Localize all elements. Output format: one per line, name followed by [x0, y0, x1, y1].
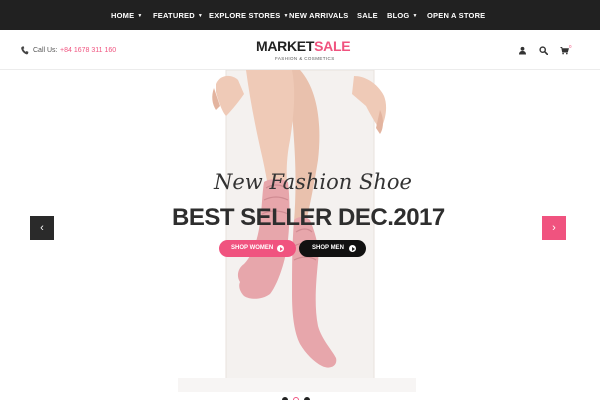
slide-script-title: New Fashion Shoe	[214, 170, 412, 194]
shop-women-button[interactable]: SHOP WOMEN	[219, 240, 296, 257]
chevron-left-icon: ‹	[40, 222, 44, 234]
chevron-down-icon: ▼	[137, 13, 143, 19]
logo-tagline: FASHION & COSMETICS	[275, 56, 335, 61]
slider-next-button[interactable]: ›	[542, 216, 566, 240]
top-navigation-bar: HOME ▼ FEATURED ▼ EXPLORE STORES ▼ NEW ARRI…	[0, 0, 600, 30]
logo-text-sale: SALE	[314, 38, 351, 54]
nav-item-new-arrivals-label: NEW ARRIVALS	[289, 11, 349, 20]
shop-men-button[interactable]: SHOP MEN	[299, 240, 366, 257]
hero-image	[178, 70, 416, 392]
cart-count-badge: 0	[569, 44, 572, 49]
shop-women-label: SHOP WOMEN	[231, 245, 274, 251]
nav-item-blog[interactable]: BLOG ▼	[387, 0, 418, 30]
nav-item-home-label: HOME	[111, 11, 135, 20]
nav-item-featured-label: FEATURED	[153, 11, 195, 20]
slider-prev-button[interactable]: ‹	[30, 216, 54, 240]
logo-text-market: MARKET	[256, 38, 315, 54]
cart-icon[interactable]	[560, 46, 569, 55]
hero-slider: ‹ › New Fashion Shoe BEST SELLER DEC.201…	[0, 70, 600, 400]
nav-item-sale[interactable]: SALE	[357, 0, 378, 30]
shop-men-label: SHOP MEN	[312, 245, 344, 251]
chevron-down-icon: ▼	[412, 13, 418, 19]
arrow-right-circle-icon	[349, 245, 356, 252]
user-icon[interactable]	[518, 46, 527, 55]
nav-item-open-a-store-label: OPEN A STORE	[427, 11, 486, 20]
arrow-right-circle-icon	[277, 245, 284, 252]
nav-item-explore-stores-label: EXPLORE STORES	[209, 11, 281, 20]
phone-label: Call Us:	[33, 47, 58, 54]
nav-item-new-arrivals[interactable]: NEW ARRIVALS	[289, 0, 348, 30]
slide-main-title: BEST SELLER DEC.2017	[172, 204, 445, 231]
phone-number[interactable]: +84 1678 311 160	[60, 47, 116, 54]
site-logo[interactable]: MARKETSALE	[256, 38, 351, 54]
phone-icon	[21, 46, 29, 55]
nav-item-featured[interactable]: FEATURED ▼	[153, 0, 203, 30]
nav-item-open-a-store[interactable]: OPEN A STORE	[427, 0, 485, 30]
site-header: Call Us: +84 1678 311 160 MARKETSALE FAS…	[0, 30, 600, 70]
chevron-down-icon: ▼	[197, 13, 204, 19]
chevron-right-icon: ›	[552, 222, 556, 234]
chevron-down-icon: ▼	[283, 13, 289, 19]
nav-item-sale-label: SALE	[357, 11, 378, 20]
search-icon[interactable]	[539, 46, 548, 55]
nav-item-explore-stores[interactable]: EXPLORE STORES ▼	[209, 0, 289, 30]
nav-item-blog-label: BLOG	[387, 11, 410, 20]
nav-item-home[interactable]: HOME ▼	[111, 0, 142, 30]
